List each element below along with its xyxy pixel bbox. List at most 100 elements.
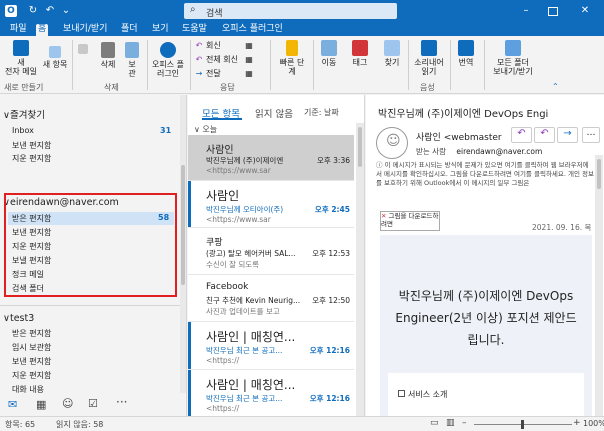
folder2-inbox[interactable]: 받은 편지함 [12, 328, 51, 339]
meeting-button[interactable]: ▦ [244, 41, 256, 51]
folder2-drafts[interactable]: 임시 보관함 [12, 342, 51, 353]
tab-view[interactable]: 보기 [150, 24, 171, 36]
office-plugin-button[interactable]: 오피스 플 러그인 [150, 42, 186, 78]
close-button[interactable]: ✕ [579, 5, 591, 17]
msg-from: 사람인 | 매칭연... [206, 378, 296, 392]
office-plugin-icon [160, 42, 176, 58]
forward-button[interactable]: → 전달 [194, 69, 221, 79]
status-items: 항목: 65 [5, 420, 36, 429]
fav-deleted[interactable]: 지운 편지함 [12, 153, 51, 164]
folder2-deleted[interactable]: 지운 편지함 [12, 370, 51, 381]
reading-scrollbar-thumb[interactable] [597, 159, 601, 189]
undo-icon[interactable]: ↶ [44, 5, 56, 17]
more-actions-icon[interactable]: … [582, 127, 600, 143]
folder2-sent[interactable]: 보낸 편지함 [12, 356, 51, 367]
ignore-button[interactable] [74, 44, 92, 56]
list-item[interactable]: 사람인 | 매칭연... 박진우님 최근 본 공고... <https:// 오… [188, 370, 354, 416]
msg-subject: (광고) 탈모 헤어커버 SAL... [206, 249, 296, 258]
read-aloud-button[interactable]: 소리내어 읽기 [410, 40, 448, 76]
more-apps-icon[interactable]: ··· [116, 395, 127, 409]
move-button[interactable]: 이동 [315, 40, 343, 67]
reply-all-icon[interactable]: ↶ [534, 127, 555, 143]
customize-icon[interactable]: ⌄ [60, 5, 72, 17]
reading-scrollbar[interactable] [595, 155, 603, 416]
reply-all-button[interactable]: ↶ 전체 회신 [194, 55, 238, 65]
sender-name[interactable]: 사람인 <webmaster [416, 130, 502, 143]
fav-sent[interactable]: 보낸 편지함 [12, 140, 51, 151]
view-reading-icon[interactable]: ▥ [446, 418, 455, 428]
mail-icon[interactable]: ✉ [8, 398, 17, 411]
outlook-logo-icon: O [5, 5, 17, 17]
tasks-icon[interactable]: ☑ [88, 397, 98, 410]
zoom-slider-handle[interactable] [521, 420, 524, 429]
new-items-button[interactable]: 새 항목 [40, 46, 70, 69]
search-input[interactable]: 검색 [206, 6, 223, 19]
fav-inbox[interactable]: Inbox [12, 126, 34, 135]
tab-folder[interactable]: 폴더 [119, 24, 140, 36]
reply-icon: ↶ [195, 41, 203, 50]
list-item[interactable]: 쿠팡 (광고) 탈모 헤어커버 SAL... 수신이 잘 되도록 오후 12:5… [188, 228, 354, 275]
sort-dropdown[interactable]: 기준: 날짜 [304, 107, 339, 118]
list-item[interactable]: Facebook 친구 추천에 Kevin Neurig... 사진과 업데이트… [188, 275, 354, 322]
msg-preview: 수신이 잘 되도록 [206, 260, 260, 269]
calendar-icon[interactable]: ▦ [36, 398, 46, 411]
nav-scrollbar-thumb[interactable] [181, 165, 185, 285]
reply-button[interactable]: ↶ 회신 [194, 41, 221, 51]
forward-icon[interactable]: → [557, 127, 578, 143]
email-body: 박진우님께 (주)이제이엔 DevOps Engineer(2년 이상) 포지션… [380, 235, 592, 416]
reply-icon[interactable]: ↶ [511, 127, 532, 143]
body-title: 박진우님께 (주)이제이엔 DevOps Engineer(2년 이상) 포지션… [395, 289, 577, 347]
new-email-button[interactable]: 새 전자 메일 [2, 40, 40, 76]
account2-header[interactable]: ∨test3 [3, 313, 34, 324]
fav-inbox-count: 31 [160, 126, 172, 135]
list-scrollbar-thumb[interactable] [358, 127, 362, 167]
maximize-button[interactable] [548, 7, 558, 16]
ribbon-divider [408, 40, 409, 90]
quick-steps-button[interactable]: 빠른 단 계 [274, 40, 310, 76]
ribbon-collapse-icon[interactable]: ⌃ [552, 82, 559, 91]
tab-home[interactable]: 홈 [36, 24, 49, 36]
favorites-header[interactable]: ∨즐겨찾기 [3, 107, 45, 121]
delete-button[interactable]: 삭제 [93, 42, 123, 69]
msg-time: 오후 2:45 [314, 205, 350, 214]
module-switcher: ✉ ▦ ☺ ☑ ··· [0, 393, 187, 416]
people-icon[interactable]: ☺ [62, 397, 73, 410]
forward-icon: → [195, 69, 203, 78]
nav-scrollbar[interactable] [180, 95, 186, 393]
tab-office-plugin[interactable]: 오피스 플러그인 [220, 24, 285, 36]
group-header-today[interactable]: ∨ 오늘 [194, 124, 217, 135]
recipient-line: 받는 사람 eirendawn@naver.com [416, 147, 543, 156]
group-label-respond: 응답 [220, 83, 235, 92]
refresh-icon[interactable]: ↻ [27, 5, 39, 17]
tab-unread[interactable]: 읽지 않음 [255, 106, 293, 120]
tab-file[interactable]: 파일 [8, 24, 29, 36]
find-button[interactable]: 찾기 [378, 40, 406, 67]
im-button[interactable]: ▦ [244, 55, 256, 65]
list-scrollbar[interactable] [356, 123, 364, 416]
meeting-icon: ▦ [245, 41, 253, 50]
view-normal-icon[interactable]: ▭ [430, 418, 439, 428]
blocked-image[interactable]: ✕ 그림을 다운로드하려면 [380, 211, 440, 231]
msg-from: 사람인 [206, 189, 240, 203]
group-label-delete: 삭제 [104, 83, 119, 92]
tab-send-receive[interactable]: 보내기/받기 [61, 24, 109, 36]
info-bar[interactable]: ⓘ 이 메시지가 표시되는 방식에 문제가 있으면 여기를 클릭하여 웹 브라우… [376, 161, 594, 199]
list-item[interactable]: 사람인 | 매칭연... 박진우님 최근 본 공고... <https:// 오… [188, 322, 354, 370]
folder2-conversation[interactable]: 대화 내용 [12, 384, 44, 393]
list-item[interactable]: 사람인 박진우님께 오티아이(주) <https://www.sar 오후 2:… [188, 181, 354, 228]
tags-button[interactable]: 태그 [346, 40, 374, 67]
tab-help[interactable]: 도움말 [180, 24, 209, 36]
person-icon: ☺ [386, 133, 401, 149]
message-list: 모든 항목 읽지 않음 기준: 날짜 ∨ 오늘 사람인 박진우님께 (주)이제이… [188, 95, 365, 416]
minimize-button[interactable]: – [520, 5, 532, 17]
trash-icon [101, 42, 115, 58]
zoom-out-icon[interactable]: – [462, 418, 467, 428]
more-icon: ▦ [245, 69, 253, 78]
send-receive-all-button[interactable]: 모든 폴더 보내기/받기 [486, 40, 540, 76]
list-item[interactable]: 사람인 박진우님께 (주)이제이엔 <https://www.sar 오후 3:… [188, 135, 354, 181]
more-respond-button[interactable]: ▦ [244, 69, 256, 79]
zoom-in-icon[interactable]: + [573, 418, 581, 428]
translate-button[interactable]: 번역 [452, 40, 480, 67]
search-box[interactable]: ⌕ 검색 [184, 3, 397, 19]
archive-button[interactable]: 보 관 [121, 42, 143, 78]
